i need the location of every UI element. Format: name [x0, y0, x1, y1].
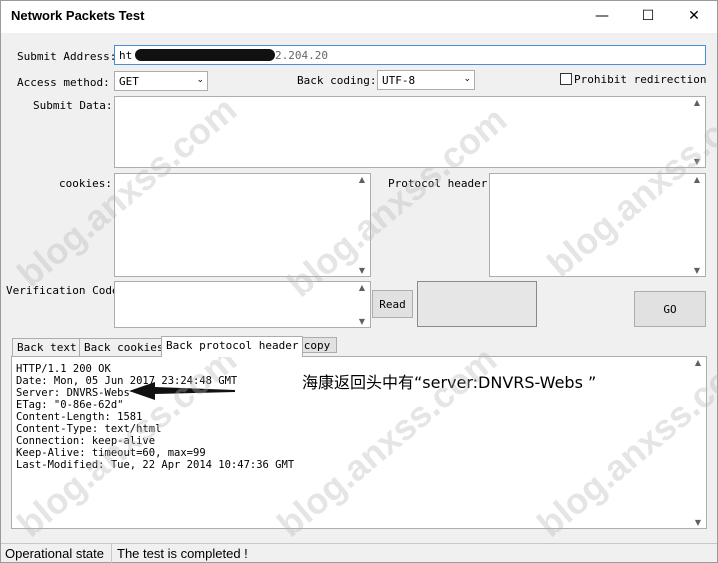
- output-line: ETag: "0-86e-62d": [16, 399, 124, 411]
- close-icon: ✕: [688, 8, 700, 24]
- minimize-button[interactable]: —: [579, 1, 625, 31]
- tab-back-protocol-header[interactable]: Back protocol header: [161, 336, 304, 357]
- verification-code-scrollbar[interactable]: ▲ ▼: [355, 283, 369, 326]
- go-button[interactable]: GO: [634, 291, 706, 327]
- cookies-textarea[interactable]: ▲ ▼: [114, 173, 371, 277]
- verification-code-textarea[interactable]: ▲ ▼: [114, 281, 371, 328]
- tab-back-cookies[interactable]: Back cookies: [79, 338, 169, 356]
- submit-address-tail: 2.204.20: [275, 49, 328, 62]
- title-bar: Network Packets Test — ☐ ✕: [1, 1, 717, 33]
- scroll-up-icon[interactable]: ▲: [690, 98, 704, 107]
- redaction-scribble: [135, 49, 275, 61]
- output-line: Content-Type: text/html: [16, 423, 162, 435]
- access-method-value: GET: [119, 75, 139, 88]
- status-label: Operational state: [5, 546, 105, 561]
- response-output[interactable]: HTTP/1.1 200 OK Date: Mon, 05 Jun 2017 2…: [11, 356, 707, 529]
- scroll-up-icon[interactable]: ▲: [691, 358, 705, 367]
- maximize-icon: ☐: [641, 8, 655, 24]
- prohibit-redirection-label: Prohibit redirection: [574, 73, 707, 86]
- submit-data-textarea[interactable]: ▲ ▼: [114, 96, 706, 168]
- back-coding-label: Back coding:: [297, 74, 377, 87]
- submit-address-value: ht: [119, 49, 133, 62]
- submit-data-scrollbar[interactable]: ▲ ▼: [690, 98, 704, 166]
- verification-code-label: Verification Code:: [6, 284, 126, 297]
- output-line: Server: DNVRS-Webs: [16, 387, 130, 399]
- output-line: Content-Length: 1581: [16, 411, 143, 423]
- scroll-down-icon[interactable]: ▼: [355, 266, 369, 275]
- submit-address-label: Submit Address:: [17, 50, 117, 63]
- prohibit-redirection-checkbox[interactable]: [560, 73, 572, 85]
- app-window: Network Packets Test — ☐ ✕ Submit Addres…: [0, 0, 718, 563]
- output-line: Keep-Alive: timeout=60, max=99: [16, 447, 206, 459]
- protocol-header-scrollbar[interactable]: ▲ ▼: [690, 175, 704, 275]
- output-line: Last-Modified: Tue, 22 Apr 2014 10:47:36…: [16, 459, 295, 471]
- scroll-down-icon[interactable]: ▼: [691, 518, 705, 527]
- scroll-down-icon[interactable]: ▼: [690, 266, 704, 275]
- scroll-down-icon[interactable]: ▼: [690, 157, 704, 166]
- back-coding-value: UTF-8: [382, 74, 416, 87]
- annotation-text: 海康返回头中有“server:DNVRS-Webs ”: [302, 373, 597, 392]
- close-button[interactable]: ✕: [671, 1, 717, 31]
- output-line: Connection: keep-alive: [16, 435, 156, 447]
- submit-address-input[interactable]: ht 2.204.20: [114, 45, 706, 65]
- submit-data-label: Submit Data:: [33, 99, 113, 112]
- arrow-left-icon: [129, 382, 235, 400]
- chevron-down-icon: ⌄: [196, 75, 204, 85]
- cookies-scrollbar[interactable]: ▲ ▼: [355, 175, 369, 275]
- protocol-header-label: Protocol header:: [388, 177, 494, 190]
- status-divider: [111, 544, 112, 563]
- scroll-down-icon[interactable]: ▼: [355, 317, 369, 326]
- maximize-button[interactable]: ☐: [625, 1, 671, 31]
- tab-back-text[interactable]: Back text: [12, 338, 82, 356]
- minimize-icon: —: [595, 8, 609, 24]
- read-button[interactable]: Read: [372, 290, 413, 318]
- window-title: Network Packets Test: [11, 8, 145, 23]
- cookies-label: cookies:: [59, 177, 112, 190]
- scroll-up-icon[interactable]: ▲: [355, 283, 369, 292]
- output-scrollbar[interactable]: ▲ ▼: [691, 358, 705, 527]
- back-coding-select[interactable]: UTF-8 ⌄: [377, 70, 475, 90]
- status-message: The test is completed !: [117, 546, 248, 561]
- captcha-image: [417, 281, 537, 327]
- access-method-select[interactable]: GET ⌄: [114, 71, 208, 91]
- scroll-up-icon[interactable]: ▲: [690, 175, 704, 184]
- chevron-down-icon: ⌄: [463, 74, 471, 84]
- protocol-header-textarea[interactable]: ▲ ▼: [489, 173, 706, 277]
- access-method-label: Access method:: [17, 76, 110, 89]
- scroll-up-icon[interactable]: ▲: [355, 175, 369, 184]
- status-bar: Operational state The test is completed …: [1, 543, 717, 563]
- output-line: HTTP/1.1 200 OK: [16, 363, 111, 375]
